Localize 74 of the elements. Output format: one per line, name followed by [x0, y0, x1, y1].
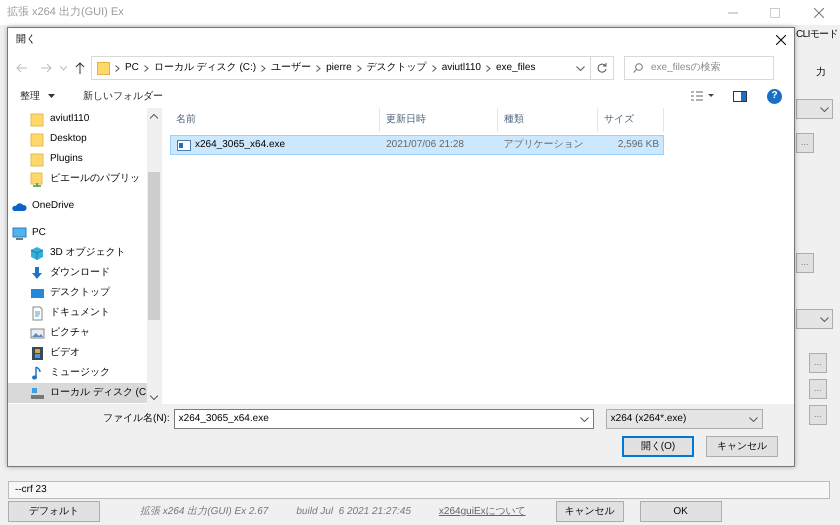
computer-icon	[12, 226, 27, 240]
file-name-label: ファイル名(N):	[103, 413, 170, 425]
chevron-right-icon	[261, 64, 266, 72]
cancel-button[interactable]: キャンセル	[556, 501, 624, 522]
cancel-button[interactable]: キャンセル	[706, 436, 778, 457]
view-options-icon[interactable]	[691, 91, 715, 101]
help-button[interactable]: ?	[767, 88, 782, 104]
nav-item[interactable]: ダウンロード	[8, 263, 148, 283]
drive-icon	[30, 386, 45, 400]
search-field[interactable]: exe_filesの検索	[624, 56, 774, 80]
search-icon	[633, 63, 643, 73]
nav-item[interactable]: ピクチャ	[8, 323, 148, 343]
chevron-right-icon	[144, 64, 149, 72]
column-header[interactable]: 種類	[498, 108, 598, 132]
chevron-right-icon	[356, 64, 362, 72]
open-button[interactable]: 開く(O)	[622, 436, 694, 457]
scrollbar[interactable]	[147, 108, 161, 404]
application-icon	[177, 140, 191, 150]
refresh-button[interactable]	[590, 56, 614, 80]
nav-item[interactable]: aviutl110	[8, 109, 148, 129]
shared-folder-icon	[30, 172, 45, 186]
nav-item[interactable]: Plugins	[8, 149, 148, 169]
chevron-right-icon	[115, 64, 120, 72]
nav-item[interactable]: ドキュメント	[8, 303, 148, 323]
chevron-down-icon	[820, 106, 829, 112]
about-link[interactable]: x264guiExについて	[438, 506, 526, 518]
new-folder-button[interactable]: 新しいフォルダー	[83, 88, 163, 104]
cube-icon	[30, 246, 45, 260]
nav-item[interactable]: OneDrive	[8, 196, 148, 216]
chevron-down-icon	[820, 316, 829, 322]
column-header[interactable]: サイズ	[598, 108, 664, 132]
nav-item[interactable]: ミュージック	[8, 363, 148, 383]
file-type-dropdown[interactable]: x264 (x264*.exe)	[606, 409, 763, 429]
nav-item[interactable]: Desktop	[8, 129, 148, 149]
chevron-right-icon	[316, 64, 322, 72]
download-arrow-icon	[30, 266, 45, 280]
file-name-field[interactable]: x264_3065_x64.exe	[174, 409, 594, 429]
nav-item[interactable]: デスクトップ	[8, 283, 148, 303]
nav-item[interactable]: ピエールのパブリッ	[8, 169, 148, 189]
nav-item[interactable]: PC	[8, 223, 148, 243]
nav-item[interactable]: 3D オブジェクト	[8, 243, 148, 263]
version-text: 拡張 x264 出力(GUI) Ex 2.67	[140, 506, 268, 518]
address-bar[interactable]: PC ローカル ディスク (C:) ユーザー pierre デスクトップ aviutl110 exe_files	[91, 56, 591, 80]
command-line-field[interactable]: --crf 23	[8, 481, 830, 499]
column-header[interactable]: 名前	[170, 108, 380, 132]
default-button[interactable]: デフォルト	[8, 501, 100, 522]
folder-icon	[30, 112, 45, 126]
dialog-title: 開く	[16, 34, 36, 46]
window-title: 拡張 x264 出力(GUI) Ex	[7, 6, 124, 20]
up-arrow-icon[interactable]	[75, 62, 85, 74]
nav-item[interactable]: ビデオ	[8, 343, 148, 363]
chevron-down-icon	[748, 416, 758, 422]
nav-item[interactable]: ローカル ディスク (C	[8, 383, 148, 403]
file-row[interactable]: x264_3065_x64.exe 2021/07/06 21:28 アプリケーション 2,596 KB	[170, 135, 664, 155]
chevron-right-icon	[486, 64, 491, 72]
chevron-down-icon[interactable]	[576, 66, 585, 70]
side-label: 力	[816, 67, 826, 79]
folder-icon	[30, 132, 45, 146]
chevron-right-icon	[432, 64, 437, 72]
ok-button[interactable]: OK	[640, 501, 722, 522]
picture-icon	[30, 326, 45, 340]
chevron-down-icon[interactable]	[580, 416, 589, 422]
preview-pane-icon[interactable]	[733, 90, 747, 102]
folder-icon	[30, 152, 45, 166]
side-label: CLIモード	[796, 29, 838, 41]
refresh-icon	[597, 63, 607, 73]
film-icon	[30, 346, 45, 360]
organize-menu[interactable]: 整理	[20, 88, 55, 104]
column-header[interactable]: 更新日時	[380, 108, 498, 132]
folder-icon	[97, 61, 110, 75]
close-icon[interactable]	[776, 35, 786, 45]
document-icon	[30, 306, 45, 320]
caret-icon	[48, 94, 55, 98]
build-text: build Jul 6 2021 21:27:45	[296, 506, 411, 518]
